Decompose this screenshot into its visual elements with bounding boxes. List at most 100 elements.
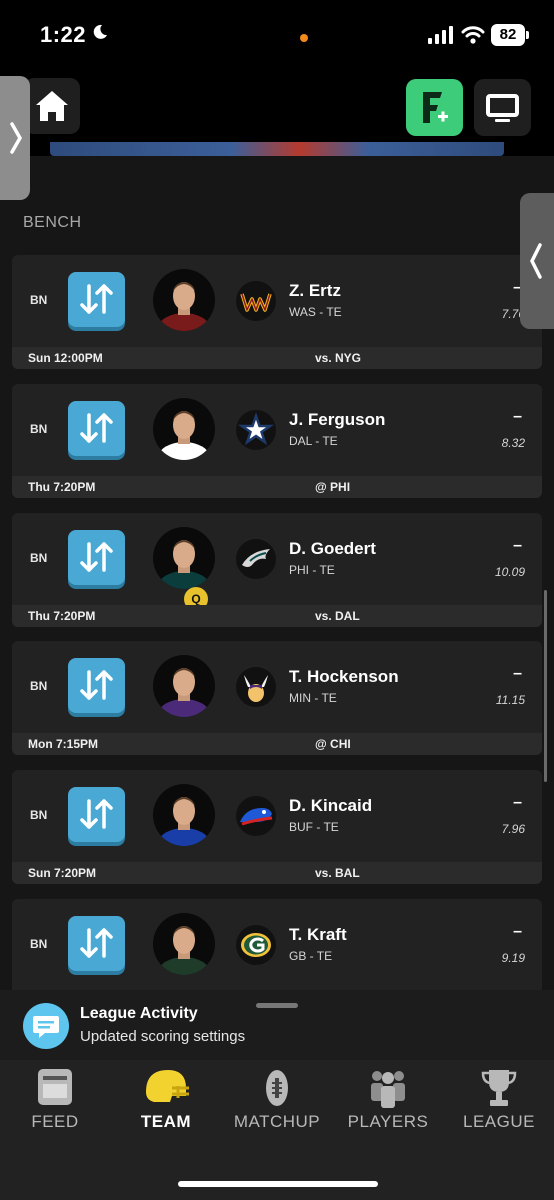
swap-player-button[interactable] [68,916,125,971]
fantasy-plus-icon [423,92,448,123]
chat-icon [23,1003,69,1049]
player-team-position: MIN - TE [289,691,337,705]
cowboys-logo [236,410,276,450]
roster-slot: BN [30,679,48,693]
player-card[interactable]: BN Z. Ertz WAS - TE –7.76 Sun 12:00PM vs. NYG [12,255,542,369]
tv-button[interactable] [474,79,531,136]
status-time: 1:22 [40,22,87,47]
wifi-icon [461,26,485,44]
tab-feed-label: FEED [31,1112,79,1131]
left-drawer-tab[interactable] [0,76,30,200]
home-indicator[interactable] [178,1181,378,1187]
player-projection: 10.09 [494,565,525,579]
bench-list: BENCH BN Z. Ertz WAS - TE –7.76 Sun 12:00PM v… [0,156,554,990]
roster-slot: BN [30,422,48,436]
game-info-bar: Thu 7:20PM @ PHI [12,476,542,498]
eagles-logo [236,539,276,579]
game-time: Thu 7:20PM [28,609,96,623]
game-time: Sun 12:00PM [28,351,103,365]
player-avatar[interactable] [153,398,215,460]
player-avatar[interactable] [153,655,215,717]
player-team-position: GB - TE [289,949,333,963]
player-points: – [513,408,522,425]
fantasy-plus-button[interactable] [406,79,463,136]
player-name[interactable]: D. Kincaid [289,796,372,816]
game-info-bar: Sun 12:00PM vs. NYG [12,347,542,369]
game-opponent: @ CHI [315,737,351,751]
tab-matchup-label: MATCHUP [233,1112,321,1131]
player-avatar[interactable] [153,269,215,331]
player-avatar[interactable] [153,784,215,846]
swap-arrows-icon [80,928,113,958]
activity-subtitle: Updated scoring settings [80,1028,246,1045]
player-projection: 9.19 [501,951,525,965]
player-name[interactable]: T. Kraft [289,925,347,945]
player-points: – [513,923,522,940]
game-opponent: vs. NYG [315,351,362,365]
app-header [0,72,554,142]
roster-slot: BN [30,808,48,822]
bills-logo [236,796,276,836]
player-card[interactable]: BN D. Goedert PHI - TE –10.09 Q Thu 7:20PM vs.… [12,513,542,627]
tab-league[interactable]: LEAGUE [444,1060,554,1140]
home-icon [36,91,68,121]
player-name[interactable]: D. Goedert [289,539,376,559]
chevron-right-icon [10,122,23,154]
tab-players-label: PLAYERS [347,1112,429,1131]
tv-icon [486,94,519,122]
right-drawer-tab[interactable] [520,193,554,329]
roster-slot: BN [30,937,48,951]
battery-level: 82 [491,24,525,46]
player-card[interactable]: BN T. Hockenson MIN - TE – 11.15 Mon 7:15PM @ … [12,641,542,755]
player-avatar[interactable] [153,527,215,589]
drag-handle[interactable] [256,1003,298,1008]
league-activity-panel[interactable]: League Activity Updated scoring settings [0,990,554,1060]
player-card[interactable]: BN D. Kincaid BUF - TE – 7.96 Sun 7:20PM vs. B… [12,770,542,884]
player-points: – [513,794,522,811]
tab-matchup[interactable]: MATCHUP [222,1060,332,1140]
commanders-logo [236,281,276,321]
swap-player-button[interactable] [68,658,125,713]
swap-player-button[interactable] [68,530,125,585]
swap-player-button[interactable] [68,272,125,327]
battery-icon: 82 [491,24,531,46]
status-bar: 1:22 82 [0,0,554,72]
player-name[interactable]: T. Hockenson [289,667,399,687]
player-projection: 8.32 [501,436,525,450]
tab-players[interactable]: PLAYERS [333,1060,443,1140]
chevron-left-icon [530,243,542,279]
game-time: Sun 7:20PM [28,866,97,880]
bottom-tab-bar: FEED TEAM MATCHUP PLAYERS LEAGUE [0,1060,554,1200]
game-time: Thu 7:20PM [28,480,96,494]
game-info-bar: Sun 7:20PM vs. BAL [12,862,542,884]
swap-arrows-icon [80,284,113,314]
player-name[interactable]: Z. Ertz [289,281,341,301]
moon-icon [93,24,107,39]
swap-player-button[interactable] [68,401,125,456]
packers-logo [236,925,276,965]
swap-arrows-icon [80,670,113,700]
signal-icon [428,26,453,44]
player-card[interactable]: BN J. Ferguson DAL - TE – 8.32 Thu 7:20PM @ PH… [12,384,542,498]
player-avatar[interactable] [153,913,215,975]
home-button[interactable] [24,78,80,134]
game-opponent: vs. DAL [315,609,360,623]
players-icon [371,1071,405,1108]
recording-indicator [300,34,308,42]
player-team-position: BUF - TE [289,820,339,834]
player-team-position: PHI - TE [289,563,335,577]
player-name[interactable]: J. Ferguson [289,410,385,430]
swap-arrows-icon [80,413,113,443]
game-info-bar: Mon 7:15PM @ CHI [12,733,542,755]
scrollbar[interactable] [544,590,547,782]
swap-player-button[interactable] [68,787,125,842]
promo-banner[interactable] [50,142,504,156]
activity-title: League Activity [80,1005,198,1022]
swap-arrows-icon [80,799,113,829]
tab-team[interactable]: TEAM [111,1060,221,1140]
tab-feed[interactable]: FEED [0,1060,110,1140]
tab-league-label: LEAGUE [463,1112,535,1131]
player-card[interactable]: BN T. Kraft GB - TE – 9.19 [12,899,542,990]
trophy-icon [481,1070,517,1106]
player-points: – [513,665,522,682]
